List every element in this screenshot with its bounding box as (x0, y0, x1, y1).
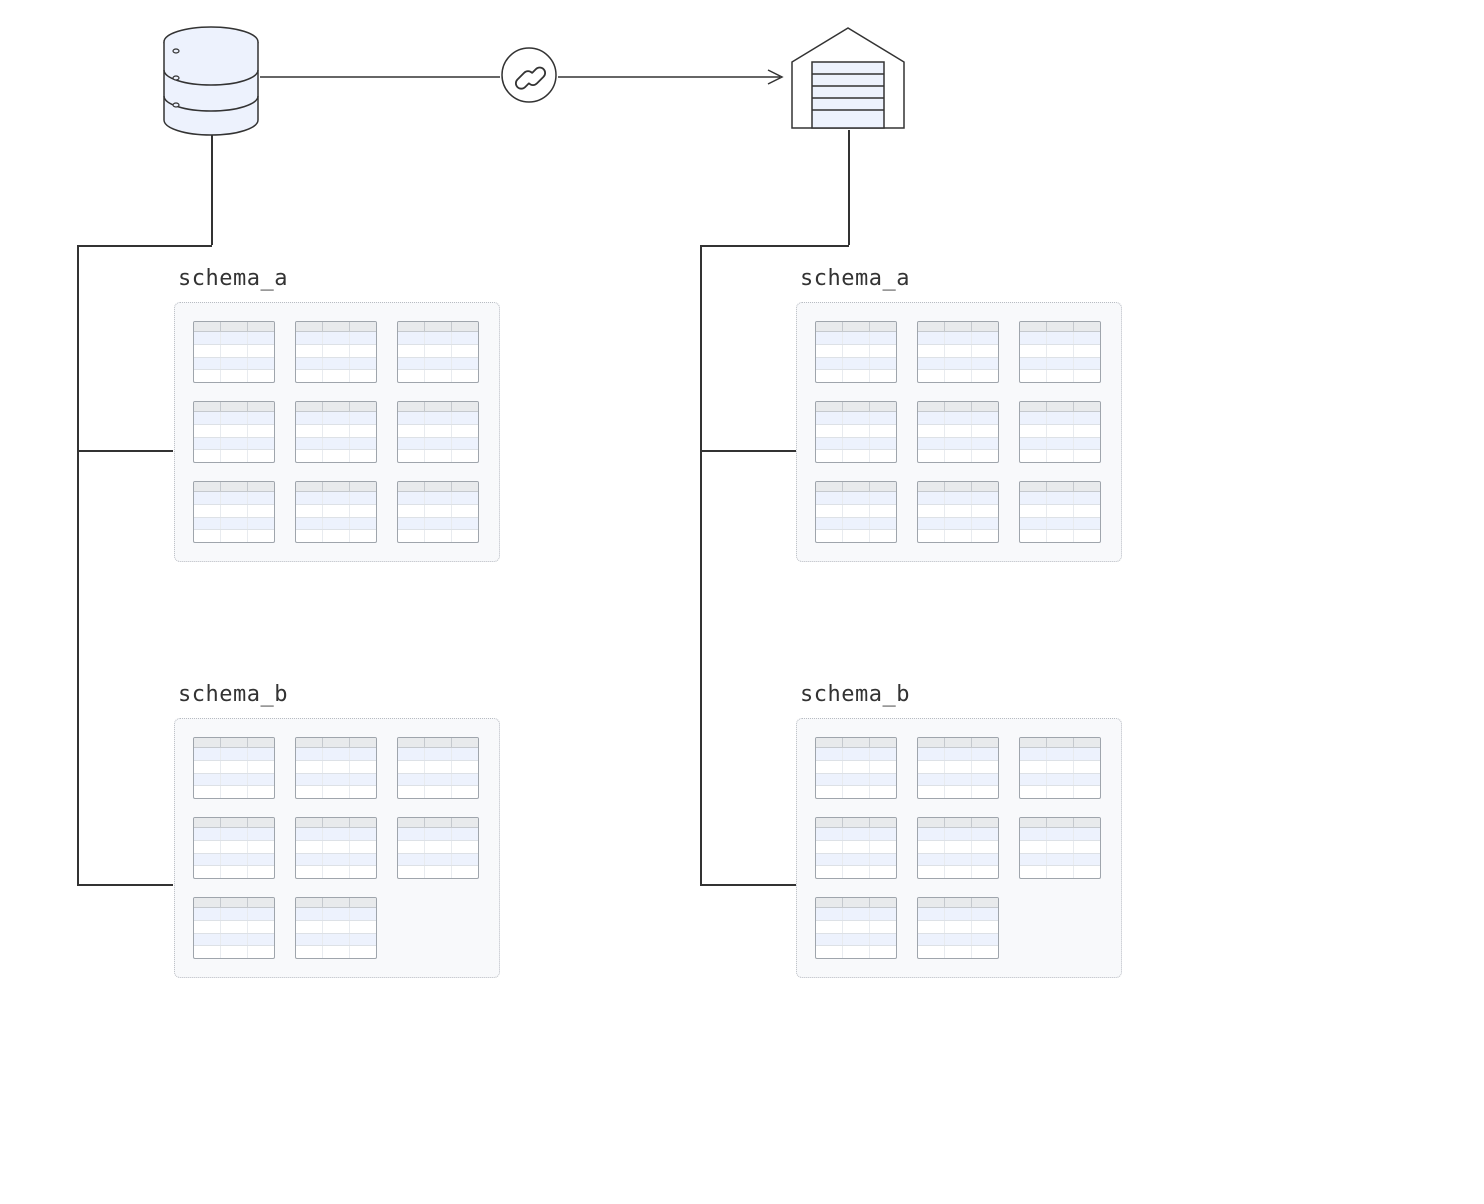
table-icon (397, 481, 479, 543)
table-icon (397, 737, 479, 799)
source-link-arrow (260, 67, 510, 87)
table-icon (193, 481, 275, 543)
target-schema-a-container (796, 302, 1122, 562)
table-icon (1019, 737, 1101, 799)
table-icon (815, 897, 897, 959)
table-icon (295, 401, 377, 463)
source-branch-horizontal (77, 245, 212, 247)
table-icon (397, 321, 479, 383)
table-icon (193, 401, 275, 463)
diagram-root: schema_a schema_b schema_a schema_b (0, 0, 1484, 1204)
table-icon (193, 321, 275, 383)
table-icon (917, 737, 999, 799)
source-schema-b-container (174, 718, 500, 978)
target-schema-b-label: schema_b (800, 682, 910, 707)
source-branch-vertical (77, 245, 79, 885)
link-target-arrow (558, 67, 808, 87)
target-branch-vertical (700, 245, 702, 885)
table-icon (1019, 817, 1101, 879)
target-schema-b-conn (700, 884, 796, 886)
table-icon (815, 737, 897, 799)
table-icon (193, 897, 275, 959)
table-icon (917, 321, 999, 383)
table-icon (193, 737, 275, 799)
source-schema-a-label: schema_a (178, 266, 288, 291)
source-schema-a-conn (77, 450, 173, 452)
table-icon (1019, 481, 1101, 543)
table-icon (193, 817, 275, 879)
target-branch-horizontal (700, 245, 849, 247)
table-icon (295, 481, 377, 543)
table-icon (815, 817, 897, 879)
table-icon (397, 401, 479, 463)
table-icon (1019, 401, 1101, 463)
table-icon (815, 401, 897, 463)
table-icon (917, 401, 999, 463)
table-icon (295, 817, 377, 879)
table-icon (815, 481, 897, 543)
target-trunk-line (848, 130, 850, 245)
table-icon (295, 897, 377, 959)
table-icon (917, 481, 999, 543)
table-icon (397, 817, 479, 879)
table-icon (295, 321, 377, 383)
table-icon (815, 321, 897, 383)
target-schema-a-label: schema_a (800, 266, 910, 291)
link-icon (500, 46, 558, 104)
warehouse-icon (788, 22, 908, 132)
table-icon (295, 737, 377, 799)
table-icon (917, 817, 999, 879)
table-icon (917, 897, 999, 959)
source-schema-a-container (174, 302, 500, 562)
source-schema-b-label: schema_b (178, 682, 288, 707)
database-icon (162, 26, 260, 136)
table-icon (1019, 321, 1101, 383)
source-trunk-line (211, 135, 213, 245)
target-schema-a-conn (700, 450, 796, 452)
source-schema-b-conn (77, 884, 173, 886)
target-schema-b-container (796, 718, 1122, 978)
